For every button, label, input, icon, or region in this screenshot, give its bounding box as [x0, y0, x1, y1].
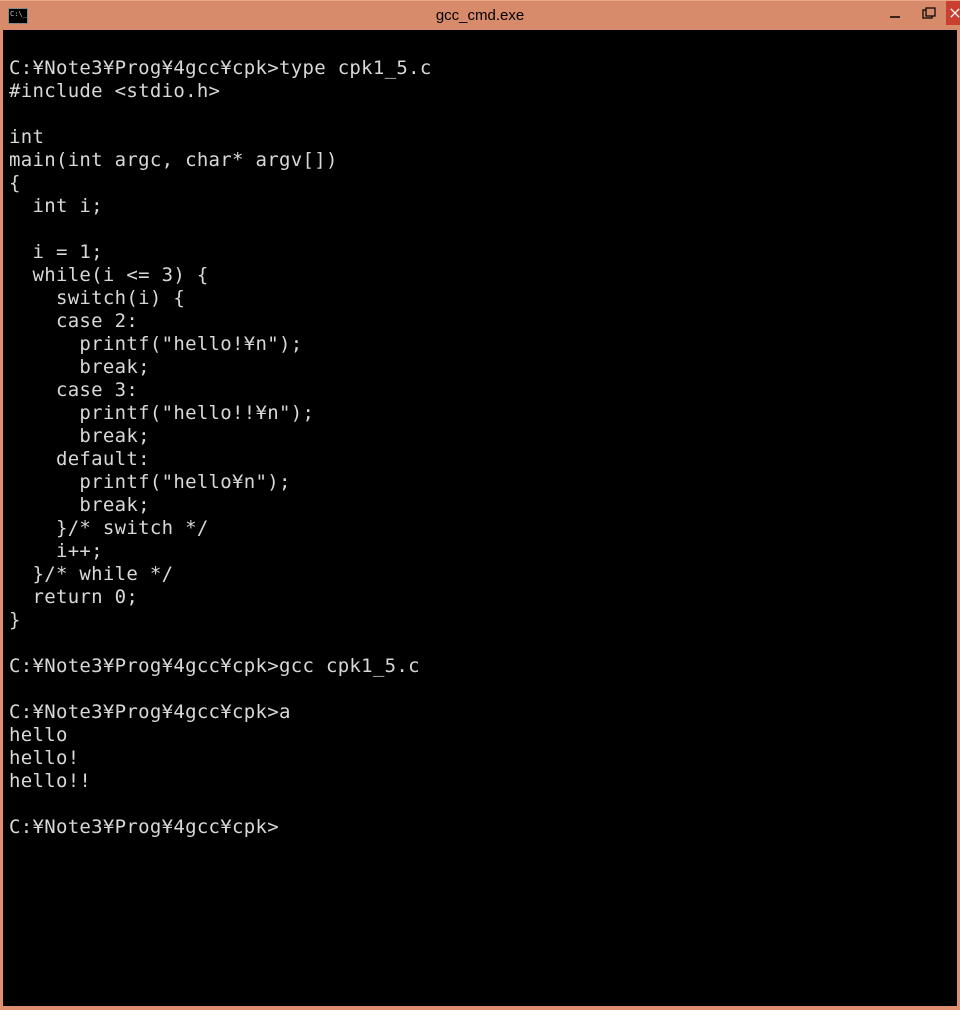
minimize-button[interactable] — [878, 1, 912, 25]
maximize-button[interactable] — [912, 1, 946, 25]
close-button[interactable] — [946, 1, 960, 25]
maximize-icon — [922, 7, 936, 19]
terminal-output[interactable]: C:¥Note3¥Prog¥4gcc¥cpk>type cpk1_5.c #in… — [3, 30, 957, 1006]
window-title: gcc_cmd.exe — [436, 7, 524, 24]
titlebar[interactable]: gcc_cmd.exe — [0, 0, 960, 30]
close-icon — [950, 8, 960, 18]
window-controls — [878, 1, 960, 25]
app-icon — [8, 8, 28, 24]
minimize-icon — [889, 7, 901, 19]
